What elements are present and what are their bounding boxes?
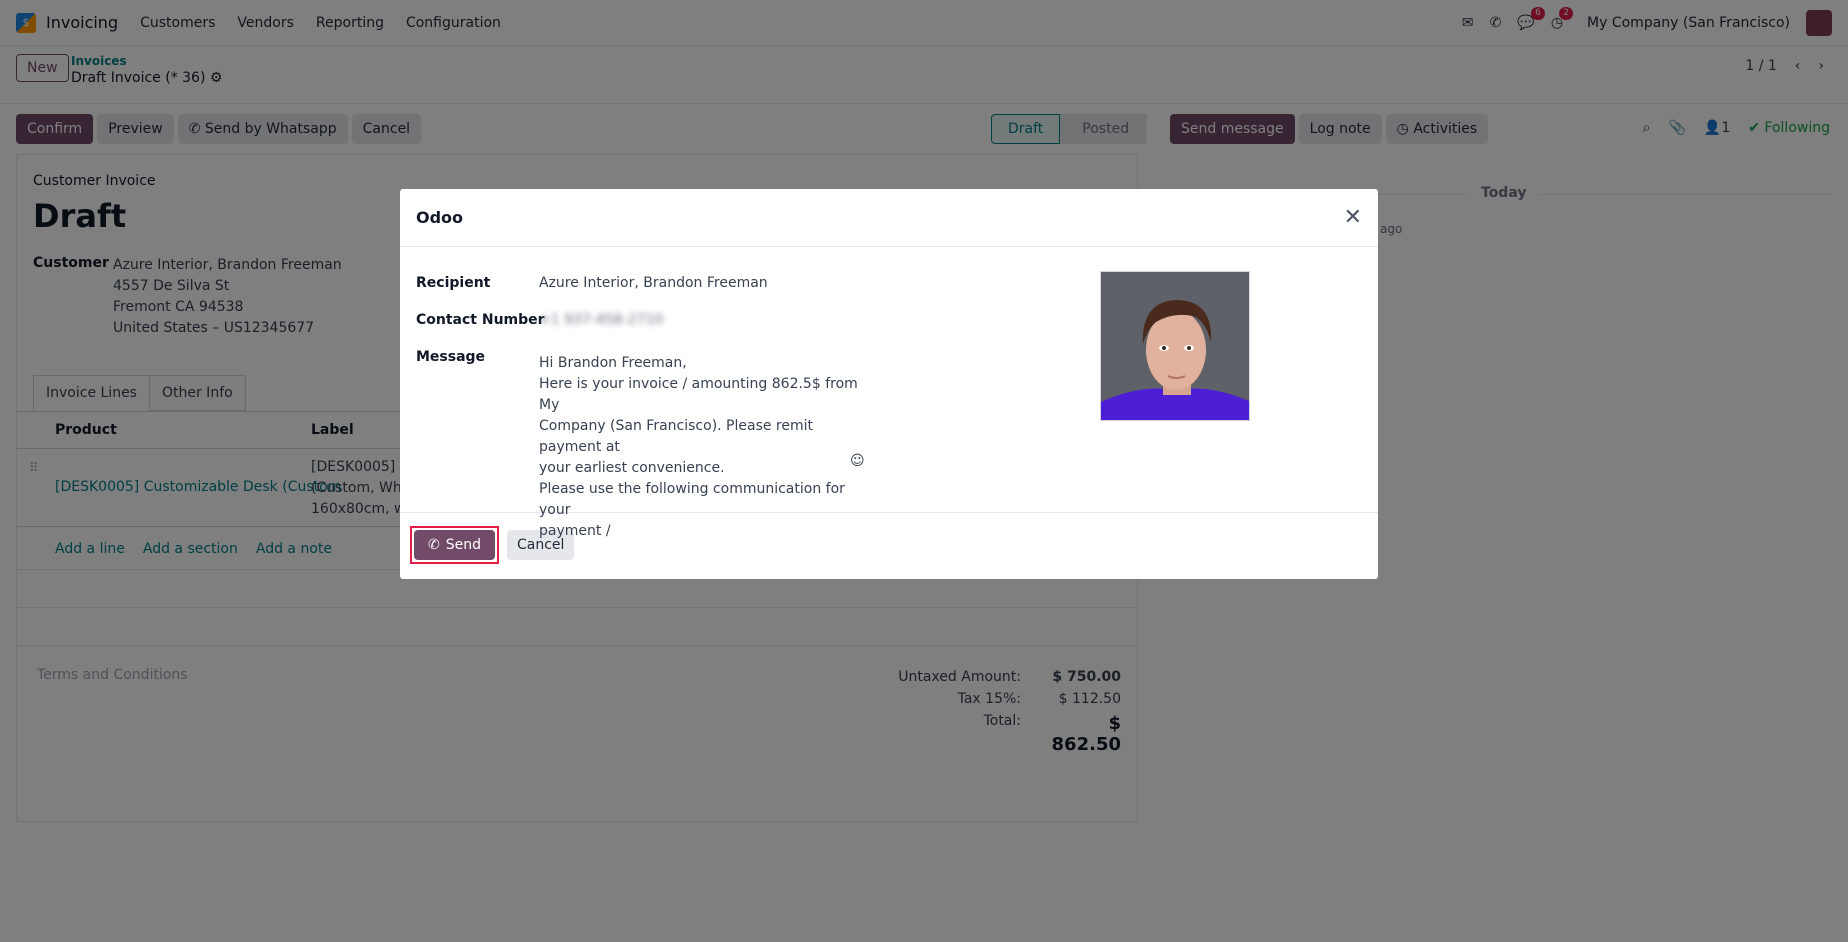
recipient-label: Recipient	[416, 275, 491, 291]
contact-number-value: +1 937-458-2710	[539, 312, 664, 328]
send-button-highlight: ✆ Send	[410, 526, 499, 564]
dialog-header: Odoo ✕	[400, 189, 1378, 247]
recipient-value: Azure Interior, Brandon Freeman	[539, 275, 768, 291]
person-portrait-image	[1101, 272, 1249, 420]
close-icon[interactable]: ✕	[1344, 205, 1362, 230]
whatsapp-icon: ✆	[428, 537, 440, 553]
message-textarea[interactable]: Hi Brandon Freeman, Here is your invoice…	[539, 353, 879, 542]
dialog-body: Recipient Azure Interior, Brandon Freema…	[400, 247, 1378, 539]
send-label: Send	[445, 537, 481, 553]
message-line: Please use the following communication f…	[539, 481, 845, 518]
recipient-photo	[1100, 271, 1250, 421]
contact-number-label: Contact Number	[416, 312, 545, 328]
send-button[interactable]: ✆ Send	[414, 530, 495, 560]
message-line: Here is your invoice / amounting 862.5$ …	[539, 376, 858, 413]
whatsapp-composer-dialog: Odoo ✕ Recipient Azure Interior, Brandon…	[400, 189, 1378, 579]
emoji-picker-icon[interactable]: ☺	[850, 453, 865, 469]
message-line: your earliest convenience.	[539, 460, 725, 476]
message-line: payment /	[539, 523, 611, 539]
message-label: Message	[416, 349, 486, 365]
message-line: Company (San Francisco). Please remit pa…	[539, 418, 814, 455]
message-line: Hi Brandon Freeman,	[539, 355, 687, 371]
dialog-title: Odoo	[416, 208, 464, 227]
